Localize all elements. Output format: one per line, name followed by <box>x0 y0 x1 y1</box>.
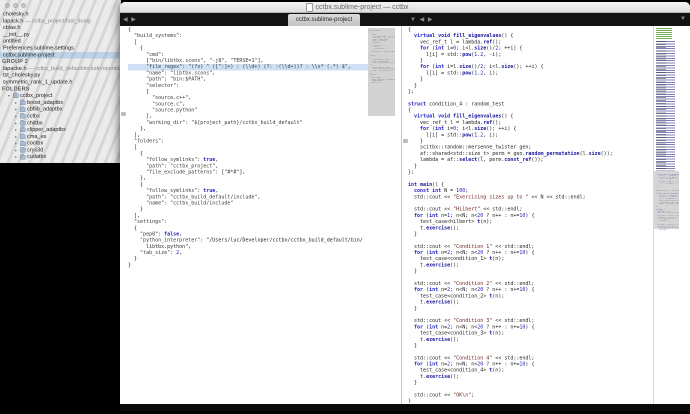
open-file-item[interactable]: __init__.py <box>0 31 121 38</box>
folder-icon <box>13 94 19 99</box>
code-line[interactable]: } <box>368 85 395 86</box>
zoom-button-icon[interactable] <box>21 3 26 8</box>
disclosure-triangle-icon[interactable]: ▸ <box>15 154 19 161</box>
folder-icon <box>20 155 26 160</box>
folder-item[interactable]: ▸ cctbx <box>0 113 121 120</box>
minimize-button-icon[interactable] <box>13 3 18 8</box>
folder-name: cbflib_adaptbx <box>27 106 62 113</box>
window-controls <box>5 3 26 8</box>
background-window-sidebar: cholesky.hlapack.h— cctbx_project/fast_l… <box>0 0 121 163</box>
sublime-text-window: cctbx.sublime-project — cctbx ◀ ▶ cctbx.… <box>120 2 690 411</box>
open-file-item[interactable]: symmetric_rank_1_update.h <box>0 79 121 86</box>
group2-header: GROUP 2 <box>0 59 121 66</box>
disclosure-triangle-icon[interactable]: ▾ <box>8 93 12 100</box>
right-group-scroll-arrows-icon[interactable]: ▼ ◀ ▶ <box>410 16 434 23</box>
open-file-item[interactable]: untitled <box>0 38 121 45</box>
editor-content: { "build_systems": [ { "cmd": ["bin/libt… <box>120 26 690 404</box>
folder-name: boost_adaptbx <box>27 99 63 106</box>
file-name: Preferences.sublime-settings <box>3 45 74 52</box>
file-name: symmetric_rank_1_update.h <box>3 79 72 86</box>
open-file-item[interactable]: Preferences.sublime-settings <box>0 45 121 52</box>
folder-name: cootbx <box>27 140 43 147</box>
folder-icon <box>20 141 26 146</box>
folder-item[interactable]: ▸ chiltbx <box>0 120 121 127</box>
folder-item[interactable]: ▸ crys3d <box>0 147 121 154</box>
folder-item[interactable]: ▸ cudatbx <box>0 154 121 161</box>
file-name: lapacke.h <box>3 65 27 72</box>
folder-name: cctbx_project <box>20 93 52 100</box>
folder-icon <box>20 107 26 112</box>
file-name: tst_cholesky.py <box>3 72 40 79</box>
open-file-item[interactable]: lapacke.h— cctbx_build_default/include/o… <box>0 65 121 72</box>
code-line[interactable]: "name": "cctbx_build/include" <box>368 70 395 71</box>
document-icon <box>306 3 313 12</box>
file-name: lapack.h <box>3 18 23 25</box>
file-name: untitled <box>3 38 21 45</box>
folder-item[interactable]: ▸ cootbx <box>0 140 121 147</box>
right-editor-pane[interactable]: { virtual void fill_eigenvalues() { vec_… <box>408 27 654 403</box>
close-button-icon[interactable] <box>5 3 10 8</box>
folder-item[interactable]: ▸ boost_adaptbx <box>0 99 121 106</box>
code-line[interactable]: } <box>408 399 654 403</box>
minimap-code-above-2 <box>656 41 666 171</box>
left-group-scroll-arrows-icon[interactable]: ◀ ▶ <box>123 16 137 23</box>
folder-name: cudatbx <box>27 154 46 161</box>
right-minimap[interactable]: { virtual void fill_eigenvalues() { vec_… <box>654 26 679 256</box>
folder-item[interactable]: ▸ clipper_adaptbx <box>0 127 121 134</box>
folder-icon <box>20 128 26 133</box>
disclosure-triangle-icon[interactable]: ▸ <box>15 120 19 127</box>
file-name: cholesky.h <box>3 11 29 18</box>
folder-icon <box>20 101 26 106</box>
window-title: cctbx.sublime-project — cctbx <box>316 4 409 11</box>
folder-icon <box>20 114 26 119</box>
open-file-item[interactable]: cblas.h <box>0 25 121 32</box>
left-minimap[interactable]: { "build_systems": [ { "cmd": ["bin/libt… <box>368 28 395 116</box>
disclosure-triangle-icon[interactable]: ▸ <box>15 147 19 154</box>
disclosure-triangle-icon[interactable]: ▸ <box>15 127 19 134</box>
file-path: — cctbx_build_default/include/openblas <box>28 65 121 72</box>
title-wrap: cctbx.sublime-project — cctbx <box>306 3 409 12</box>
pane-divider[interactable] <box>401 26 402 404</box>
file-name: cctbx.sublime-project <box>3 52 55 59</box>
open-file-item[interactable]: cholesky.h <box>0 11 121 18</box>
right-gutter-marker <box>403 139 408 143</box>
folder-item[interactable]: ▸ cma_es <box>0 133 121 140</box>
folder-item-root[interactable]: ▾ cctbx_project <box>0 93 121 100</box>
tab-label: cctbx.sublime-project <box>296 17 352 23</box>
disclosure-triangle-icon[interactable]: ▸ <box>15 140 19 147</box>
title-bar[interactable]: cctbx.sublime-project — cctbx <box>120 2 690 13</box>
code-line[interactable]: } <box>128 262 368 268</box>
file-name: __init__.py <box>3 31 30 38</box>
folder-name: chiltbx <box>27 120 43 127</box>
open-file-item[interactable]: cctbx.sublime-project <box>0 52 121 59</box>
minimap-comment-block <box>656 28 672 39</box>
file-name: cblas.h <box>3 25 20 32</box>
folder-icon <box>20 134 26 139</box>
tab-bar: ◀ ▶ cctbx.sublime-project ▼ ◀ ▶ ▼ <box>120 13 690 26</box>
file-path: — cctbx_project/fast_linalg <box>25 18 91 25</box>
open-file-item[interactable]: lapack.h— cctbx_project/fast_linalg <box>0 18 121 25</box>
folder-item[interactable]: ▸ cbflib_adaptbx <box>0 106 121 113</box>
folder-name: clipper_adaptbx <box>27 127 66 134</box>
folders-header: FOLDERS <box>0 86 121 93</box>
folder-icon <box>20 121 26 126</box>
tab-cctbx-sublime-project[interactable]: cctbx.sublime-project <box>288 14 360 26</box>
sidebar: cholesky.hlapack.h— cctbx_project/fast_l… <box>0 11 121 163</box>
disclosure-triangle-icon[interactable]: ▸ <box>15 133 19 140</box>
status-bar <box>120 404 690 411</box>
folder-name: cctbx <box>27 113 40 120</box>
left-gutter-marker <box>121 112 126 116</box>
disclosure-triangle-icon[interactable]: ▸ <box>15 106 19 113</box>
tab-overflow-icon[interactable]: ▼ <box>680 16 687 22</box>
disclosure-triangle-icon[interactable]: ▸ <box>15 99 19 106</box>
folder-icon <box>20 148 26 153</box>
disclosure-triangle-icon[interactable]: ▸ <box>15 113 19 120</box>
left-editor-pane[interactable]: { "build_systems": [ { "cmd": ["bin/libt… <box>128 27 368 403</box>
minimap-viewport[interactable] <box>654 171 679 229</box>
folder-name: crys3d <box>27 147 43 154</box>
folder-name: cma_es <box>27 133 46 140</box>
code-line[interactable]: "python_interpreter": "/Users/luc/Develo… <box>128 238 368 244</box>
open-file-item[interactable]: tst_cholesky.py <box>0 72 121 79</box>
